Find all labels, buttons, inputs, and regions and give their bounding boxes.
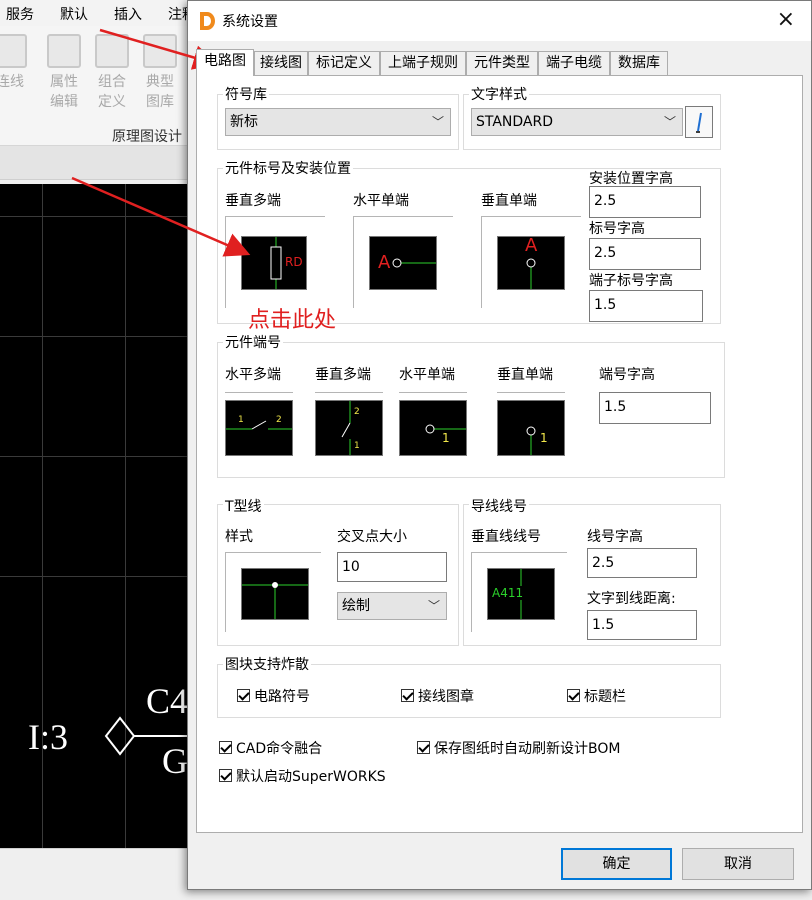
annotation-click-here: 点击此处 xyxy=(248,308,337,333)
annotation-arrows xyxy=(71,28,251,257)
tab-circuit-diagram[interactable]: 电路图 xyxy=(196,49,254,76)
